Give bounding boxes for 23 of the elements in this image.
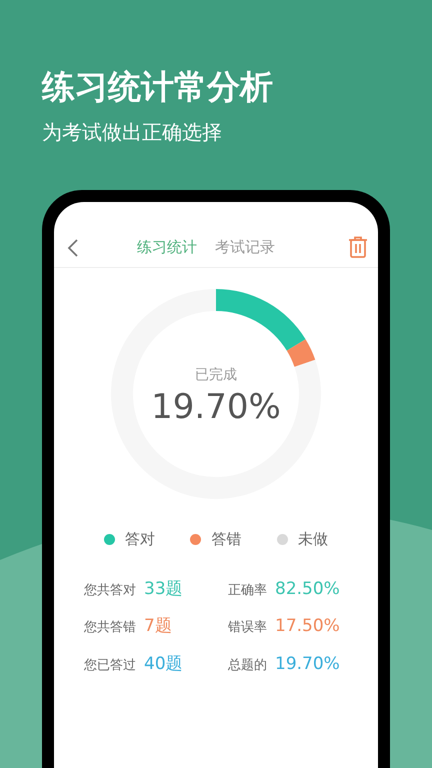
stat-label: 错误率 <box>228 619 267 637</box>
stat-value: 7题 <box>144 615 172 638</box>
legend-label: 答对 <box>124 529 155 550</box>
stat-label: 您共答对 <box>84 582 136 600</box>
donut-caption: 已完成 <box>195 366 237 384</box>
stat-label: 正确率 <box>228 582 267 600</box>
subheadline: 为考试做出正确选择 <box>42 119 223 146</box>
completion-percent: 19.70% <box>151 386 281 428</box>
stat-label: 您共答错 <box>84 619 136 637</box>
tab[interactable]: 练习统计 <box>137 236 197 259</box>
headline: 练习统计常分析 <box>42 66 274 108</box>
stat-value: 40题 <box>144 652 183 676</box>
stat-value: 33题 <box>144 578 183 600</box>
stat-label: 总题的 <box>228 656 267 674</box>
stat-value: 82.50% <box>275 578 340 600</box>
legend-label: 未做 <box>298 529 328 550</box>
legend-label: 答错 <box>211 529 242 550</box>
stat-value: 17.50% <box>275 615 340 638</box>
delete-icon[interactable] <box>348 236 368 258</box>
back-icon[interactable] <box>67 239 79 257</box>
stat-label: 您已答过 <box>84 656 136 674</box>
stat-value: 19.70% <box>275 652 340 676</box>
tab[interactable]: 考试记录 <box>215 236 275 259</box>
